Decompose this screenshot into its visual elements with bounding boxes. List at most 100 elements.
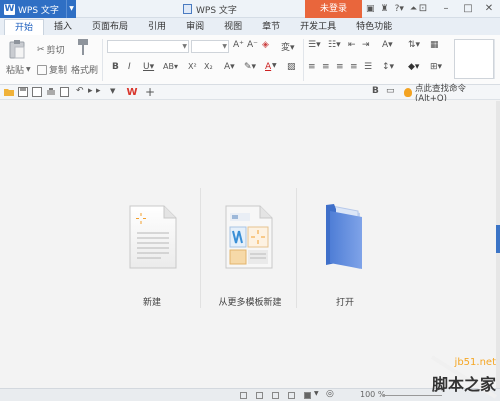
- justify-icon[interactable]: ≡: [350, 62, 358, 72]
- tab-references[interactable]: 引用: [138, 19, 176, 35]
- subscript-icon[interactable]: X₂: [204, 62, 213, 71]
- phonetic-icon[interactable]: 変▾: [281, 40, 295, 53]
- chevron-down-icon[interactable]: ▼: [314, 390, 319, 397]
- strikethrough-icon[interactable]: AB▾: [163, 62, 178, 71]
- new-label[interactable]: 新建: [132, 295, 172, 308]
- ribbon-scroll[interactable]: [494, 39, 500, 79]
- ribbon: 粘贴 ▼ ✂ 剪切 复制 格式刷 ▼ ▼ A⁺ A⁻ ◈ 変▾ B I U▾ A…: [0, 35, 500, 85]
- style-gallery[interactable]: [454, 39, 494, 79]
- card-divider: [200, 188, 201, 308]
- chevron-down-icon: ▼: [222, 43, 227, 50]
- paste-icon[interactable]: [8, 39, 26, 59]
- font-size-select[interactable]: ▼: [191, 40, 229, 53]
- cut-label: 剪切: [46, 46, 65, 56]
- shirt-icon[interactable]: ♜: [381, 4, 389, 14]
- clear-format-icon[interactable]: ◈: [262, 40, 269, 50]
- tab-review[interactable]: 审阅: [176, 19, 214, 35]
- close-button[interactable]: ✕: [478, 0, 500, 18]
- web-view-icon[interactable]: [288, 392, 295, 399]
- title-tools: ▣ ♜ ?▾ ⏶: [366, 0, 417, 18]
- chevron-down-icon[interactable]: ▼: [110, 87, 115, 95]
- cut-button[interactable]: ✂ 剪切: [37, 43, 65, 57]
- tab-chapter[interactable]: 章节: [252, 19, 290, 35]
- superscript-icon[interactable]: X²: [188, 62, 197, 71]
- numbering-icon[interactable]: ☷▾: [328, 40, 341, 50]
- read-mode-icon[interactable]: [304, 392, 311, 399]
- tab-view[interactable]: 视图: [214, 19, 252, 35]
- open-folder-big-icon[interactable]: [320, 203, 370, 271]
- more-icon[interactable]: ▸: [96, 86, 101, 96]
- char-scale-icon[interactable]: A▾: [382, 40, 393, 50]
- app-menu-button[interactable]: W WPS 文字 ▼: [0, 0, 76, 18]
- page-view-icon[interactable]: [256, 392, 263, 399]
- indent-decrease-icon[interactable]: ⇤: [348, 40, 356, 50]
- print-icon[interactable]: [46, 87, 56, 97]
- copy-button[interactable]: 复制: [37, 63, 67, 76]
- save-icon[interactable]: [18, 87, 28, 97]
- tab-home[interactable]: 开始: [4, 19, 45, 35]
- ribbon-tabs: 开始 插入 页面布局 引用 审阅 视图 章节 开发工具 特色功能: [0, 18, 500, 35]
- open-folder-icon[interactable]: [4, 87, 14, 97]
- document-icon: [183, 4, 192, 14]
- tab-insert[interactable]: 插入: [44, 19, 82, 35]
- help-icon[interactable]: ?▾: [395, 4, 404, 14]
- font-color-icon[interactable]: A: [265, 62, 271, 72]
- eye-protect-icon[interactable]: ◎: [326, 389, 334, 399]
- chevron-down-icon[interactable]: ▼: [272, 62, 277, 69]
- new-document-icon[interactable]: [128, 205, 178, 269]
- sort-icon[interactable]: ⇅▾: [408, 40, 420, 50]
- format-painter-button[interactable]: 格式刷: [71, 63, 98, 76]
- export-icon[interactable]: [32, 87, 42, 97]
- italic-icon[interactable]: I: [128, 62, 131, 72]
- separator: [102, 39, 103, 81]
- show-marks-icon[interactable]: ▦: [430, 40, 439, 50]
- tab-page-layout[interactable]: 页面布局: [82, 19, 138, 35]
- borders-icon[interactable]: ⊞▾: [430, 62, 442, 72]
- shrink-font-icon[interactable]: A⁻: [247, 40, 258, 50]
- minimize-button[interactable]: –: [435, 0, 457, 18]
- tab-special[interactable]: 特色功能: [346, 19, 402, 35]
- underline-icon[interactable]: U▾: [143, 62, 154, 72]
- tab-developer[interactable]: 开发工具: [290, 19, 346, 35]
- paste-button[interactable]: 粘贴 ▼: [6, 63, 31, 76]
- card-divider: [296, 188, 297, 308]
- shading-icon[interactable]: ◆▾: [408, 62, 419, 72]
- undo-icon[interactable]: ↶: [76, 86, 84, 96]
- line-spacing-icon[interactable]: ↕▾: [382, 62, 394, 72]
- align-center-icon[interactable]: ≡: [322, 62, 330, 72]
- watermark-site: jb51.net: [454, 357, 496, 368]
- highlight-icon[interactable]: ✎▾: [244, 62, 256, 72]
- side-scroll-thumb[interactable]: [496, 225, 500, 253]
- quick-access-bar: ↶ ▸ ▸ ▼ W + B ▭ 点此查找命令 (Alt+Q): [0, 84, 500, 104]
- char-border-icon[interactable]: ▨: [287, 62, 296, 72]
- copy-label: 复制: [49, 66, 68, 76]
- format-painter-icon[interactable]: [75, 38, 91, 56]
- text-effect-icon[interactable]: A▾: [224, 62, 235, 72]
- format-b-icon[interactable]: B: [372, 86, 379, 96]
- open-label[interactable]: 打开: [327, 295, 363, 308]
- bold-icon[interactable]: B: [112, 62, 119, 72]
- template-document-icon[interactable]: [224, 205, 274, 269]
- maximize-button[interactable]: □: [457, 0, 479, 18]
- login-button[interactable]: 未登录: [305, 0, 362, 18]
- align-left-icon[interactable]: ≡: [308, 62, 316, 72]
- new-tab-icon[interactable]: +: [145, 85, 155, 100]
- chevron-down-icon[interactable]: ▼: [66, 0, 76, 18]
- distribute-icon[interactable]: ☰: [364, 62, 372, 72]
- command-search[interactable]: 点此查找命令 (Alt+Q): [404, 84, 500, 104]
- bullets-icon[interactable]: ☰▾: [308, 40, 321, 50]
- redo-icon[interactable]: ▸: [88, 86, 93, 96]
- new-from-template-label[interactable]: 从更多模板新建: [208, 295, 292, 308]
- chevron-down-icon: ▼: [182, 43, 187, 50]
- print-preview-icon[interactable]: [60, 87, 70, 97]
- outline-view-icon[interactable]: [272, 392, 279, 399]
- indent-increase-icon[interactable]: ⇥: [362, 40, 370, 50]
- grow-font-icon[interactable]: A⁺: [233, 40, 244, 50]
- font-name-select[interactable]: ▼: [107, 40, 189, 53]
- wps-home-tab-icon[interactable]: W: [125, 86, 139, 99]
- view-mode-icon[interactable]: [240, 392, 247, 399]
- pin-icon[interactable]: ⊡: [412, 0, 434, 18]
- align-right-icon[interactable]: ≡: [336, 62, 344, 72]
- skin-icon[interactable]: ▣: [366, 4, 375, 14]
- panel-icon[interactable]: ▭: [386, 86, 395, 96]
